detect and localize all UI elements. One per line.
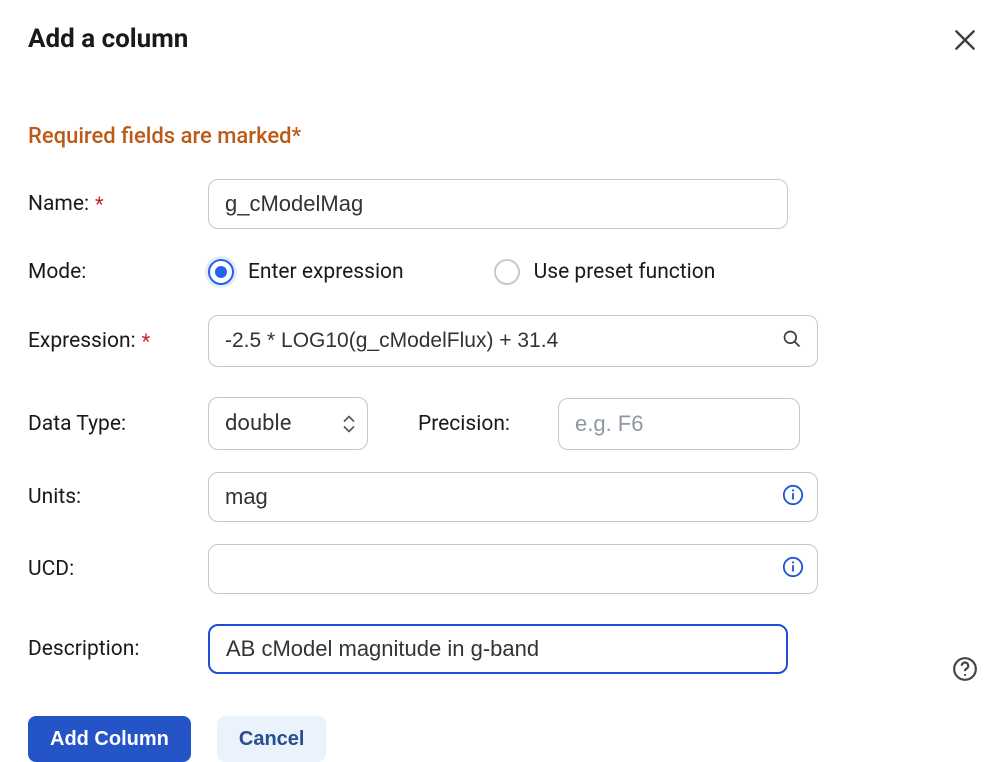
mode-radio-expression[interactable]: Enter expression [208, 259, 404, 285]
close-icon[interactable] [952, 24, 978, 53]
mode-label: Mode: [28, 260, 208, 284]
precision-input[interactable] [558, 398, 800, 450]
name-label: Name:* [28, 192, 208, 216]
radio-selected-icon [208, 259, 234, 285]
ucd-input[interactable] [208, 544, 818, 594]
add-column-button[interactable]: Add Column [28, 716, 191, 762]
expression-label: Expression:* [28, 329, 208, 353]
mode-radio-preset[interactable]: Use preset function [494, 259, 716, 285]
ucd-label: UCD: [28, 557, 208, 581]
datatype-select[interactable]: double [208, 397, 368, 450]
datatype-value: double [225, 411, 291, 436]
info-icon[interactable] [782, 484, 804, 510]
name-input[interactable] [208, 179, 788, 229]
units-input[interactable] [208, 472, 818, 522]
expression-input[interactable] [208, 315, 818, 367]
required-fields-hint: Required fields are marked* [28, 124, 978, 149]
radio-unselected-icon [494, 259, 520, 285]
help-icon[interactable] [952, 656, 978, 686]
dialog-title: Add a column [28, 24, 188, 54]
cancel-button[interactable]: Cancel [217, 716, 327, 762]
mode-radio-preset-label: Use preset function [534, 260, 716, 284]
description-input[interactable] [208, 624, 788, 674]
search-icon[interactable] [782, 329, 802, 353]
chevron-updown-icon [343, 415, 355, 432]
units-label: Units: [28, 485, 208, 509]
precision-label: Precision: [418, 412, 558, 436]
info-icon[interactable] [782, 556, 804, 582]
description-label: Description: [28, 637, 208, 661]
datatype-label: Data Type: [28, 412, 208, 436]
mode-radio-expression-label: Enter expression [248, 260, 404, 284]
